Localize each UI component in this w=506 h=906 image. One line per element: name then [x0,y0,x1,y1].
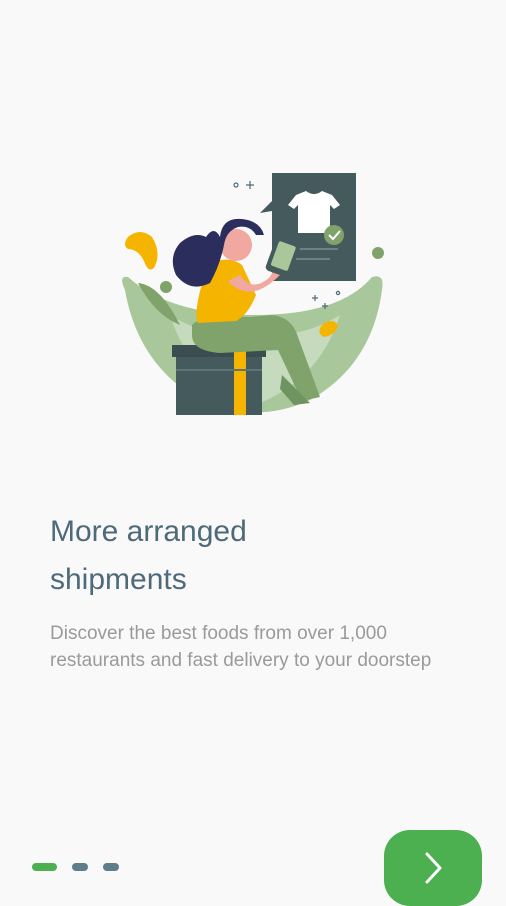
yellow-blob-left [125,232,158,270]
page-description: Discover the best foods from over 1,000 … [50,623,432,671]
green-dot-right [372,247,384,259]
speech-tail [260,201,272,213]
green-dot-left [160,281,172,293]
title-line-1: More arranged [50,515,247,548]
page-dot-1[interactable] [32,863,57,871]
check-badge-icon [324,225,344,245]
page-dot-2[interactable] [72,863,88,871]
onboarding-illustration [122,173,384,415]
page-dot-3[interactable] [103,863,119,871]
onboarding-screen: More arranged shipments Discover the bes… [0,0,506,906]
page-indicator [32,862,134,872]
page-title: More arranged shipments [50,508,450,604]
gift-box [176,351,262,415]
chevron-right-icon [425,852,442,884]
next-button[interactable] [384,830,482,906]
title-line-2: shipments [50,563,187,596]
